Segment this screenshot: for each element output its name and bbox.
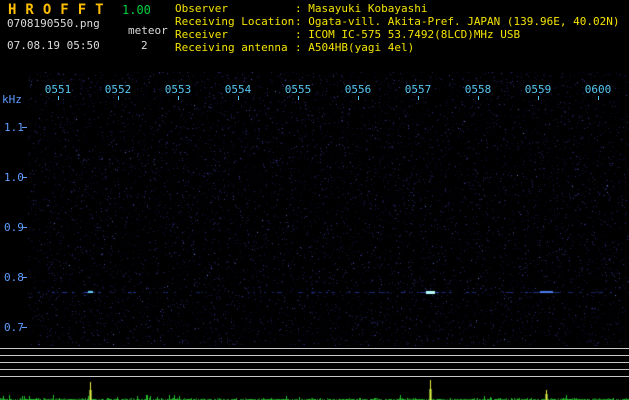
- x-axis-tick: [298, 96, 299, 100]
- station-info: Observer : Masayuki Kobayashi Receiving …: [175, 2, 620, 54]
- x-axis-tick-label: 0558: [464, 83, 492, 96]
- x-axis-tick-label: 0600: [584, 83, 612, 96]
- info-label: Receiving Location: [175, 15, 295, 28]
- app-version: 1.00: [122, 3, 151, 17]
- x-axis-tick-label: 0557: [404, 83, 432, 96]
- info-separator: :: [295, 41, 309, 54]
- info-row-antenna: Receiving antenna : A504HB(yagi 4el): [175, 41, 620, 54]
- info-value: Masayuki Kobayashi: [308, 2, 428, 15]
- info-row-observer: Observer : Masayuki Kobayashi: [175, 2, 620, 15]
- long-echo-grid: [0, 348, 629, 377]
- output-filename: 0708190550.png: [7, 17, 100, 30]
- x-axis-tick-label: 0555: [284, 83, 312, 96]
- x-axis-tick: [538, 96, 539, 100]
- info-row-location: Receiving Location : Ogata-vill. Akita-P…: [175, 15, 620, 28]
- x-axis-tick-label: 0556: [344, 83, 372, 96]
- x-axis-tick-label: 0553: [164, 83, 192, 96]
- x-axis-tick-label: 0559: [524, 83, 552, 96]
- x-axis-tick-label: 0554: [224, 83, 252, 96]
- info-value: A504HB(yagi 4el): [308, 41, 415, 54]
- y-axis-tick: [22, 177, 27, 178]
- info-value: Ogata-vill. Akita-Pref. JAPAN (139.96E, …: [308, 15, 620, 28]
- y-axis-tick: [22, 327, 27, 328]
- y-axis-tick-label: 1.1: [4, 121, 24, 134]
- x-axis-tick: [478, 96, 479, 100]
- y-axis-tick-label: 0.9: [4, 221, 24, 234]
- hrofft-output: HROFFT 1.00 0708190550.png meteor 07.08.…: [0, 0, 629, 400]
- info-value: ICOM IC-575 53.7492(8LCD)MHz USB: [308, 28, 521, 41]
- x-axis-tick: [178, 96, 179, 100]
- y-axis-tick-label: 1.0: [4, 171, 24, 184]
- x-axis-tick: [118, 96, 119, 100]
- x-axis-tick: [598, 96, 599, 100]
- y-axis-tick-label: 0.7: [4, 321, 24, 334]
- app-title: HROFFT: [8, 2, 113, 18]
- info-row-receiver: Receiver : ICOM IC-575 53.7492(8LCD)MHz …: [175, 28, 620, 41]
- spectrogram: kHz 0551 0552 0553 0554 0555 0556 0557 0558 0559…: [0, 72, 629, 346]
- info-separator: :: [295, 28, 309, 41]
- y-axis-tick: [22, 227, 27, 228]
- signal-canvas: [0, 377, 629, 400]
- info-label: Receiving antenna: [175, 41, 288, 54]
- y-axis-tick-label: 0.8: [4, 271, 24, 284]
- meteor-count-label: meteor: [128, 24, 168, 37]
- x-axis-tick: [238, 96, 239, 100]
- y-axis-tick: [22, 127, 27, 128]
- x-axis-tick: [58, 96, 59, 100]
- meteor-count-value: 2: [141, 39, 148, 52]
- spectrogram-canvas: [28, 72, 629, 346]
- info-label: Receiver: [175, 28, 228, 41]
- info-separator: :: [295, 15, 309, 28]
- x-axis-tick: [418, 96, 419, 100]
- y-axis-unit: kHz: [2, 93, 22, 106]
- info-separator: :: [295, 2, 309, 15]
- x-axis-tick: [358, 96, 359, 100]
- info-label: Observer: [175, 2, 228, 15]
- x-axis-tick-label: 0551: [44, 83, 72, 96]
- x-axis-tick-label: 0552: [104, 83, 132, 96]
- y-axis-tick: [22, 277, 27, 278]
- observation-datetime: 07.08.19 05:50: [7, 39, 100, 52]
